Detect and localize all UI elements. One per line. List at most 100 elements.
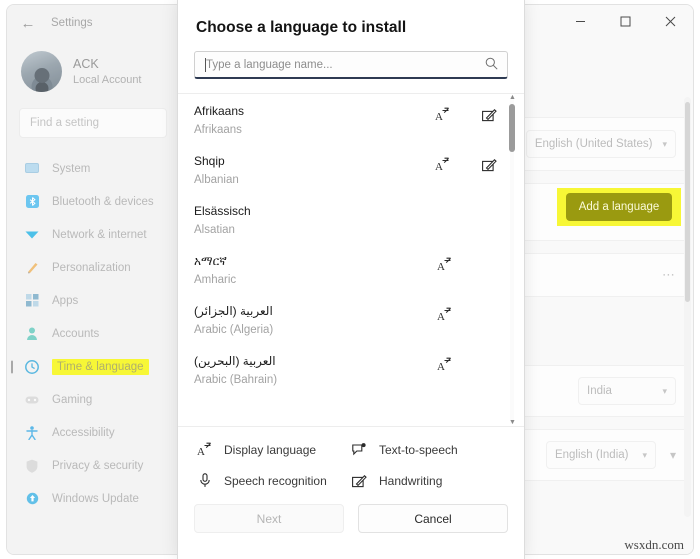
more-options-icon[interactable]: ⋯ [662,267,676,283]
language-english-name: Amharic [194,274,237,286]
list-item[interactable]: Elsässisch Alsatian [194,194,498,244]
svg-text:A: A [435,161,443,172]
screenshot-root: ← Settings ACK Local Account Find a sett… [0,0,700,559]
svg-text:A: A [197,446,205,457]
brush-icon [24,260,40,276]
sidebar-label: Accounts [52,327,100,340]
sidebar-item-accounts[interactable]: Accounts [7,317,179,350]
person-icon [24,326,40,342]
svg-text:A: A [435,111,443,122]
legend-label: Speech recognition [224,473,327,488]
expand-chevron-down-icon[interactable]: ▾ [670,448,676,462]
sidebar-item-personalization[interactable]: Personalization [7,251,179,284]
add-a-language-button[interactable]: Add a language [566,193,672,221]
icon-spacer [483,256,498,273]
sidebar-label: Gaming [52,393,93,406]
text-caret [205,57,206,72]
account-row[interactable]: ACK Local Account [7,41,179,106]
language-native-name: العربية (الجزائر) [194,304,273,318]
sidebar-label: Accessibility [52,426,115,439]
maximize-icon[interactable] [603,5,648,37]
list-item[interactable]: العربية (الجزائر) Arabic (Algeria) A [194,294,498,344]
language-english-name: Afrikaans [194,124,242,136]
minimize-icon[interactable] [558,5,603,37]
svg-text:A: A [437,311,445,322]
display-language-icon: A [436,356,453,373]
sidebar-item-windows-update[interactable]: Windows Update [7,482,179,515]
language-english-name: Arabic (Bahrain) [194,374,278,386]
language-search-input[interactable]: Type a language name... [194,51,508,79]
svg-text:A: A [437,261,445,272]
search-icon[interactable] [485,57,498,73]
sidebar-item-system[interactable]: System [7,152,179,185]
list-item[interactable]: العربية (البحرين) Arabic (Bahrain) A [194,344,498,394]
account-name: ACK [73,56,99,71]
content-scrollbar[interactable] [684,97,691,517]
wifi-icon [24,227,40,243]
legend-speech-recognition: Speech recognition [196,472,351,489]
display-language-icon: A [436,256,453,273]
sidebar-item-apps[interactable]: Apps [7,284,179,317]
sidebar-item-network-internet[interactable]: Network & internet [7,218,179,251]
legend-label: Text-to-speech [379,442,458,457]
search-placeholder: Type a language name... [206,58,333,71]
svg-text:A: A [437,361,445,372]
settings-app-title: Settings [51,17,93,29]
handwriting-icon [351,472,368,489]
language-english-name: Alsatian [194,224,235,236]
scroll-down-arrow-icon[interactable]: ▼ [509,419,516,426]
scrollbar-thumb[interactable] [509,104,515,152]
language-list-scrollbar[interactable]: ▲ ▼ [506,94,518,426]
sidebar-label: Windows Update [52,492,139,505]
bluetooth-icon [24,194,40,210]
microphone-icon [196,472,213,489]
sidebar-label: Apps [52,294,79,307]
window-controls [558,5,693,37]
sidebar-item-accessibility[interactable]: Accessibility [7,416,179,449]
find-a-setting-input[interactable]: Find a setting [19,108,167,138]
list-item[interactable]: አማርኛ Amharic A [194,244,498,294]
sidebar-label: System [52,162,91,175]
icon-spacer [483,306,498,323]
display-language-icon: A [434,106,451,123]
sidebar-item-bluetooth-devices[interactable]: Bluetooth & devices [7,185,179,218]
language-native-name: አማርኛ [194,254,227,268]
language-list[interactable]: Afrikaans Afrikaans A Shqip Albanian A E… [178,94,524,426]
handwriting-icon [481,106,498,123]
avatar [21,51,62,92]
legend-handwriting: Handwriting [351,472,506,489]
country-region-dropdown[interactable]: India ▾ [578,377,676,405]
regional-format-dropdown[interactable]: English (India) ▾ [545,441,656,469]
next-button[interactable]: Next [194,504,344,533]
sidebar-label: Bluetooth & devices [52,195,154,208]
sidebar-item-time-language[interactable]: Time & language [7,350,179,383]
chevron-down-icon: ▾ [662,138,667,149]
list-item[interactable]: Shqip Albanian A [194,144,498,194]
cancel-button[interactable]: Cancel [358,504,508,533]
settings-sidebar: ← Settings ACK Local Account Find a sett… [7,5,179,554]
dialog-title: Choose a language to install [196,19,407,36]
account-subtitle: Local Account [73,73,142,86]
display-language-icon: A [434,156,451,173]
close-icon[interactable] [648,5,693,37]
scrollbar-thumb[interactable] [685,102,690,302]
sidebar-item-privacy-security[interactable]: Privacy & security [7,449,179,482]
sidebar-item-gaming[interactable]: Gaming [7,383,179,416]
language-native-name: Afrikaans [194,104,245,118]
language-native-name: Shqip [194,154,225,168]
icon-spacer [483,356,498,373]
shield-icon [24,458,40,474]
windows-display-language-dropdown[interactable]: English (United States) ▾ [525,130,676,158]
chevron-down-icon: ▾ [662,385,667,396]
display-language-icon: A [196,441,213,458]
list-item[interactable]: Afrikaans Afrikaans A [194,94,498,144]
back-arrow-icon[interactable]: ← [19,14,37,32]
sidebar-titlebar: ← Settings [7,5,179,41]
dropdown-value: English (United States) [534,138,653,150]
accessibility-icon [24,425,40,441]
legend-label: Display language [224,442,317,457]
scroll-up-arrow-icon[interactable]: ▲ [509,94,516,101]
icon-legend: A Display language Text-to-speech Speech… [178,426,524,495]
language-native-name: Elsässisch [194,204,251,218]
handwriting-icon [481,156,498,173]
